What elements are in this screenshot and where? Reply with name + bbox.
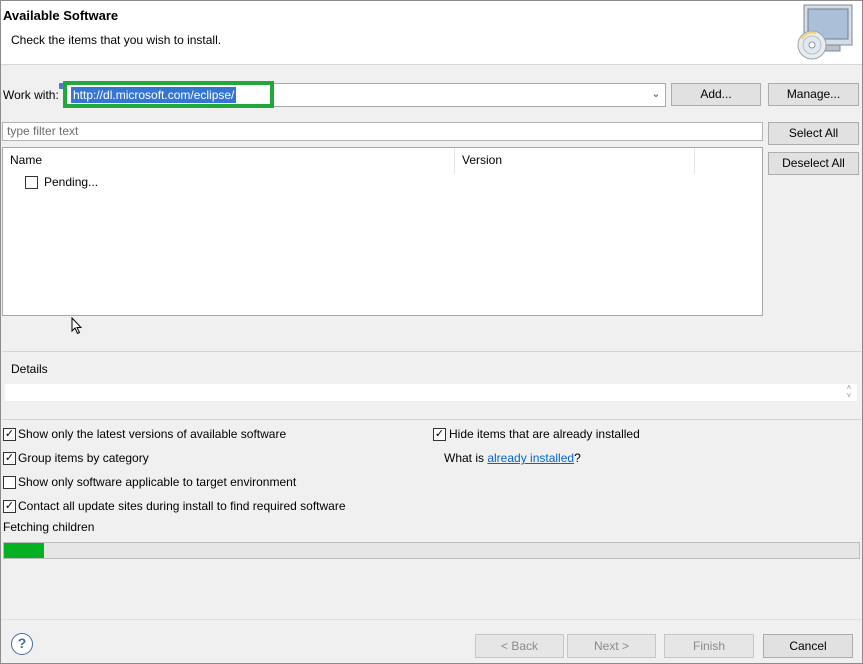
- what-is-suffix: ?: [574, 451, 581, 465]
- column-header-version[interactable]: Version: [455, 148, 695, 174]
- divider: [1, 619, 862, 620]
- show-latest-label: Show only the latest versions of availab…: [18, 427, 287, 441]
- show-latest-checkbox[interactable]: ✓: [3, 428, 16, 441]
- details-label: Details: [11, 362, 48, 376]
- chevron-down-icon[interactable]: ⌄: [649, 87, 663, 103]
- page-description: Check the items that you wish to install…: [11, 33, 222, 47]
- hide-installed-checkbox[interactable]: ✓: [433, 428, 446, 441]
- filter-input[interactable]: type filter text: [2, 122, 763, 141]
- work-with-url[interactable]: http://dl.microsoft.com/eclipse/: [71, 87, 237, 103]
- select-all-button[interactable]: Select All: [768, 122, 859, 145]
- show-applicable-checkbox[interactable]: [3, 476, 16, 489]
- deselect-all-button[interactable]: Deselect All: [768, 152, 859, 175]
- row-checkbox[interactable]: [25, 176, 38, 189]
- group-by-category-checkbox[interactable]: ✓: [3, 452, 16, 465]
- details-text-area[interactable]: [5, 384, 857, 401]
- next-button[interactable]: Next >: [567, 634, 656, 658]
- contact-update-sites-checkbox[interactable]: ✓: [3, 500, 16, 513]
- progress-bar: [3, 542, 860, 559]
- hide-installed-label: Hide items that are already installed: [449, 427, 640, 441]
- work-with-label: Work with:: [3, 88, 59, 102]
- what-is-prefix: What is: [444, 451, 488, 465]
- contact-update-sites-label: Contact all update sites during install …: [18, 499, 346, 513]
- divider: [2, 419, 861, 420]
- mouse-cursor-icon: [71, 317, 83, 335]
- divider: [2, 351, 861, 352]
- back-button[interactable]: < Back: [475, 634, 564, 658]
- page-title: Available Software: [3, 8, 119, 23]
- cancel-button[interactable]: Cancel: [763, 634, 853, 658]
- what-is-installed-text: What is already installed?: [444, 451, 581, 465]
- status-text: Fetching children: [3, 520, 95, 534]
- dialog-header: Available Software Check the items that …: [1, 1, 862, 65]
- install-wizard-icon: [797, 4, 853, 60]
- show-applicable-label: Show only software applicable to target …: [18, 475, 297, 489]
- column-header-name[interactable]: Name: [3, 148, 455, 174]
- already-installed-link[interactable]: already installed: [487, 451, 574, 465]
- install-dialog: Available Software Check the items that …: [0, 0, 863, 664]
- table-row[interactable]: Pending...: [44, 175, 98, 189]
- finish-button[interactable]: Finish: [664, 634, 754, 658]
- add-site-button[interactable]: Add...: [671, 83, 761, 106]
- work-with-combo[interactable]: http://dl.microsoft.com/eclipse/ ⌄: [63, 83, 666, 107]
- progress-bar-fill: [4, 543, 45, 558]
- manage-sites-button[interactable]: Manage...: [768, 83, 859, 106]
- help-icon[interactable]: ?: [11, 633, 33, 655]
- details-scroll-arrows-icon[interactable]: ˄ ˅: [841, 384, 857, 401]
- group-by-category-label: Group items by category: [18, 451, 149, 465]
- software-table: Name Version Pending...: [2, 147, 763, 316]
